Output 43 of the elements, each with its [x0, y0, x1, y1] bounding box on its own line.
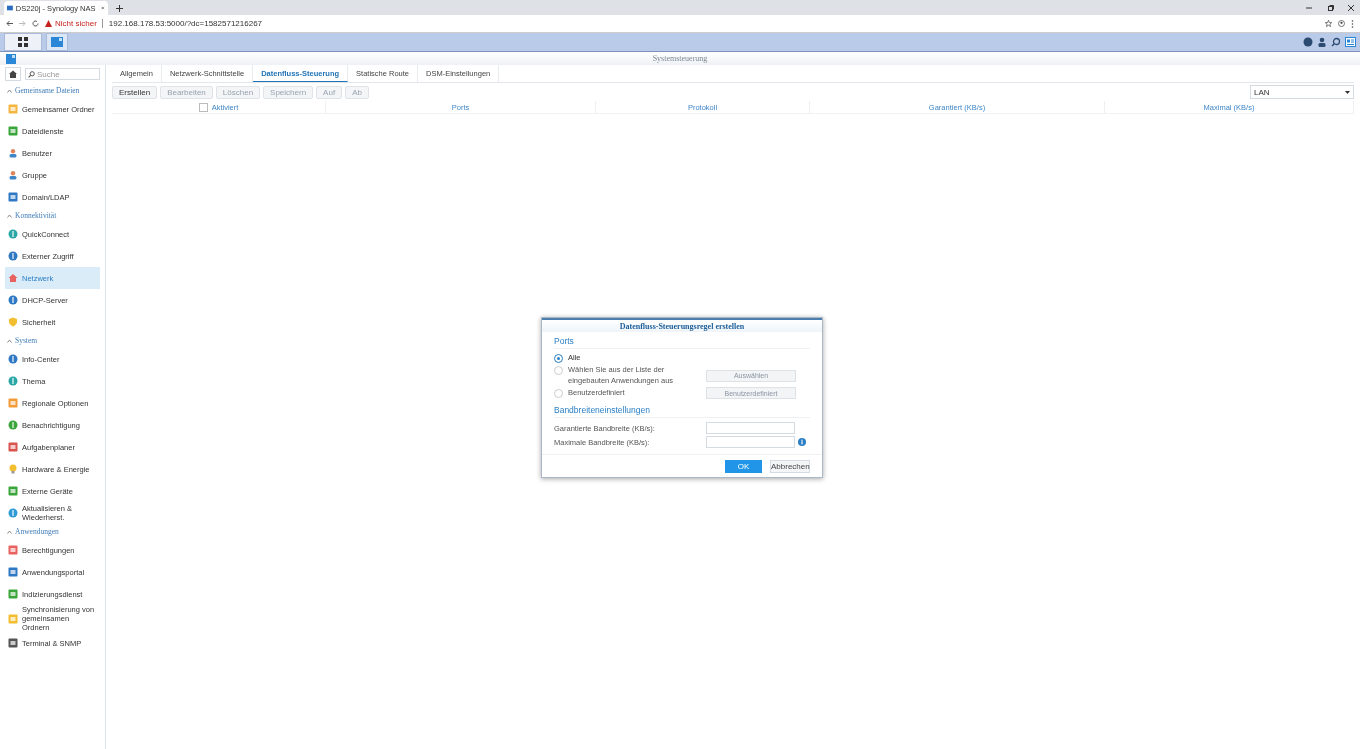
collapse-icon[interactable]: [7, 338, 12, 343]
profile-icon[interactable]: [1338, 20, 1345, 27]
control-panel-button[interactable]: [46, 33, 68, 51]
warning-icon: [45, 20, 52, 27]
close-icon[interactable]: [1348, 5, 1354, 11]
minimize-icon[interactable]: [1306, 5, 1312, 11]
house-icon: [8, 273, 18, 283]
site-icon: [7, 4, 13, 12]
search-field[interactable]: Suche: [25, 68, 100, 80]
bulb-icon: [8, 464, 18, 474]
menu-icon[interactable]: [1351, 19, 1354, 28]
group-icon: [8, 170, 18, 180]
section-heading: Ports: [554, 335, 810, 349]
main-menu-button[interactable]: [4, 33, 42, 51]
toolbar-button[interactable]: Erstellen: [112, 85, 158, 99]
window-icon: [51, 37, 63, 47]
user-icon: [8, 148, 18, 158]
dialog-title: Datenfluss-Steuerungsregel erstellen: [542, 318, 822, 332]
home-icon: [9, 70, 17, 78]
input-field[interactable]: [706, 436, 795, 448]
user-icon[interactable]: [1317, 37, 1327, 47]
url-text[interactable]: 192.168.178.53:5000/?dc=1582571216267: [108, 19, 263, 28]
interface-select[interactable]: LAN: [1250, 85, 1354, 99]
home-button[interactable]: [5, 67, 21, 81]
back-icon[interactable]: [6, 20, 13, 27]
cancel-button[interactable]: Abbrechen: [770, 460, 810, 473]
reload-icon[interactable]: [32, 20, 39, 27]
section-heading: Bandbreiteneinstellungen: [554, 404, 810, 418]
collapse-icon[interactable]: [7, 529, 12, 534]
widgets-icon[interactable]: [1345, 37, 1356, 47]
collapse-icon[interactable]: [7, 88, 12, 93]
caret-icon: [1345, 90, 1350, 94]
input-field[interactable]: [706, 422, 795, 434]
collapse-icon[interactable]: [7, 213, 12, 218]
security-label[interactable]: Nicht sicher: [55, 19, 103, 28]
checkbox[interactable]: [198, 102, 208, 112]
new-tab-icon[interactable]: [116, 5, 123, 12]
window-title: Systemsteuerung: [652, 54, 708, 63]
app-icon: [6, 54, 16, 64]
star-icon[interactable]: [1325, 20, 1332, 27]
restore-icon[interactable]: [1328, 5, 1334, 11]
shield-icon: [8, 317, 18, 327]
forward-icon[interactable]: [19, 20, 26, 27]
